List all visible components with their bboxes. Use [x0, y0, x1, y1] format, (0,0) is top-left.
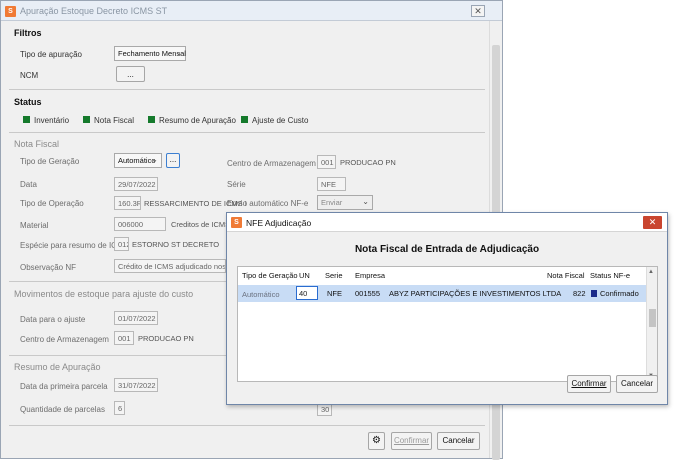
status-label-resumo: Resumo de Apuração [159, 116, 236, 125]
data-primeira-parcela-label: Data da primeira parcela [20, 382, 108, 391]
tipo-geracao-select[interactable]: Automático ⌄ [114, 153, 162, 168]
divider [9, 355, 227, 356]
data-field[interactable]: 29/07/2022 [114, 177, 158, 191]
centro-armazenagem-name: PRODUCAO PN [340, 158, 396, 167]
divider [9, 425, 485, 426]
data-ajuste-field[interactable]: 01/07/2022 [114, 311, 158, 325]
centro-armazenagem-label: Centro de Armazenagem [227, 159, 316, 168]
column-header-empresa[interactable]: Empresa [355, 271, 385, 280]
divider [9, 281, 227, 282]
dialog-heading: Nota Fiscal de Entrada de Adjudicação [354, 244, 540, 255]
chevron-down-icon: ⌄ [362, 197, 369, 206]
confirmar-label: Confirmar [393, 436, 430, 445]
cell-empresa-name: ABYZ PARTICIPAÇÕES E INVESTIMENTOS LTDA [389, 289, 562, 298]
window-title: Apuração Estoque Decreto ICMS ST [20, 6, 168, 16]
cell-nota-fiscal: 822 [573, 289, 586, 298]
app-logo-icon: S [231, 217, 242, 228]
quantidade-parcelas-field[interactable]: 6 [114, 401, 125, 415]
cell-serie: NFE [327, 289, 342, 298]
quantidade-parcelas-label: Quantidade de parcelas [20, 405, 105, 414]
data-primeira-parcela-field[interactable]: 31/07/2022 [114, 378, 158, 392]
cell-un-input[interactable]: 40 [296, 286, 318, 300]
column-header-nota-fiscal[interactable]: Nota Fiscal [547, 271, 585, 280]
confirmar-button[interactable]: Confirmar [391, 432, 432, 450]
status-indicator-inventario [23, 116, 30, 123]
movimentos-heading: Movimentos de estoque para ajuste do cus… [14, 289, 194, 299]
especie-code[interactable]: 012 [114, 237, 129, 251]
tipo-geracao-value: Automático [118, 156, 156, 165]
centro-armazenagem-code[interactable]: 001 [317, 155, 336, 169]
cell-empresa-code: 001555 [355, 289, 381, 298]
nota-fiscal-heading: Nota Fiscal [14, 139, 60, 149]
status-label-inventario: Inventário [34, 116, 70, 125]
tipo-apuracao-select[interactable]: Fechamento Mensal ⌄ [114, 46, 186, 61]
app-logo-icon: S [5, 6, 16, 17]
cell-un: 40 [299, 289, 308, 298]
status-indicator [591, 290, 597, 297]
column-header-tipo[interactable]: Tipo de Geração [242, 271, 298, 280]
column-header-status[interactable]: Status NF-e [590, 271, 630, 280]
envio-automatico-select[interactable]: Enviar ⌄ [317, 195, 373, 210]
dialog-confirmar-label: Confirmar [571, 379, 607, 388]
close-icon[interactable]: ✕ [471, 5, 485, 17]
data-ajuste-label: Data para o ajuste [20, 315, 86, 324]
column-header-un[interactable]: UN [299, 271, 310, 280]
tipo-operacao-label: Tipo de Operação [20, 199, 84, 208]
settings-gear-icon[interactable]: ⚙ [368, 432, 385, 450]
main-title-bar: S Apuração Estoque Decreto ICMS ST ✕ [1, 1, 502, 21]
status-indicator-nota-fiscal [83, 116, 90, 123]
especie-name: ESTORNO ST DECRETO [132, 240, 220, 249]
observacao-field[interactable]: Crédito de ICMS adjudicado nos termos a [114, 259, 226, 273]
movimentos-centro-name: PRODUCAO PN [138, 334, 194, 343]
cell-tipo: Automático [242, 290, 280, 299]
column-header-serie[interactable]: Serie [325, 271, 343, 280]
close-icon[interactable]: ✕ [643, 216, 662, 229]
dialog-confirmar-button[interactable]: Confirmar [567, 375, 611, 393]
material-label: Material [20, 221, 49, 230]
status-indicator-ajuste [241, 116, 248, 123]
table-row[interactable]: Automático 40 NFE 001555 ABYZ PARTICIPAÇ… [238, 285, 647, 302]
serie-label: Série [227, 180, 246, 189]
dialog-title: NFE Adjudicação [246, 218, 312, 228]
tipo-geracao-lookup-button[interactable]: ... [166, 153, 180, 168]
cell-status: Confirmado [600, 289, 639, 298]
material-field[interactable]: 006000 [114, 217, 166, 231]
movimentos-centro-code[interactable]: 001 [114, 331, 134, 345]
nfe-adjudicacao-dialog: S NFE Adjudicação ✕ Nota Fiscal de Entra… [226, 212, 668, 405]
envio-automatico-label: Envio automático NF-e [227, 199, 309, 208]
divider [9, 132, 485, 133]
dialog-cancelar-label: Cancelar [620, 379, 653, 388]
tipo-apuracao-label: Tipo de apuração [20, 50, 82, 59]
dialog-cancelar-button[interactable]: Cancelar [616, 375, 658, 393]
divider [9, 89, 485, 90]
scroll-up-icon[interactable]: ▲ [648, 269, 654, 275]
especie-label: Espécie para resumo de ICMS [20, 241, 129, 250]
observacao-label: Observação NF [20, 263, 77, 272]
cancelar-button[interactable]: Cancelar [437, 432, 480, 450]
envio-automatico-value: Enviar [321, 198, 343, 207]
ncm-lookup-button[interactable]: ... [116, 66, 145, 82]
ncm-label: NCM [20, 71, 39, 80]
tipo-operacao-code[interactable]: 160.3R [114, 196, 141, 210]
status-label-nota-fiscal: Nota Fiscal [94, 116, 135, 125]
serie-field[interactable]: NFE [317, 177, 346, 191]
status-indicator-resumo [148, 116, 155, 123]
status-heading: Status [14, 97, 42, 107]
nfe-grid: Tipo de Geração UN Serie Empresa Nota Fi… [237, 266, 658, 382]
movimentos-centro-label: Centro de Armazenagem [20, 335, 109, 344]
grid-scrollbar[interactable]: ▲ ▼ [646, 267, 657, 381]
data-label: Data [20, 180, 37, 189]
cancelar-label: Cancelar [442, 436, 475, 445]
chevron-down-icon: ⌄ [151, 155, 158, 164]
status-label-ajuste: Ajuste de Custo [252, 116, 309, 125]
resumo-heading: Resumo de Apuração [14, 362, 101, 372]
dialog-title-bar: S NFE Adjudicação ✕ [227, 213, 667, 232]
tipo-geracao-label: Tipo de Geração [20, 157, 80, 166]
scroll-thumb[interactable] [649, 309, 656, 327]
filtros-heading: Filtros [14, 28, 42, 38]
chevron-down-icon: ⌄ [175, 48, 182, 57]
